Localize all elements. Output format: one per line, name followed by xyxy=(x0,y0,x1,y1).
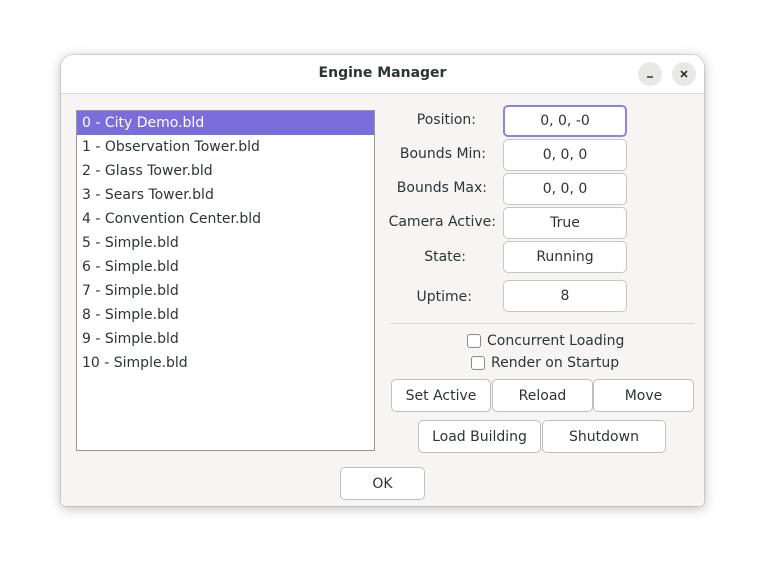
camera-active-input[interactable] xyxy=(503,207,627,239)
render-on-startup-checkbox[interactable]: Render on Startup xyxy=(471,354,619,372)
list-item[interactable]: 10 - Simple.bld xyxy=(77,351,374,375)
minimize-icon xyxy=(647,76,653,78)
list-item[interactable]: 3 - Sears Tower.bld xyxy=(77,183,374,207)
list-item[interactable]: 7 - Simple.bld xyxy=(77,279,374,303)
list-item[interactable]: 1 - Observation Tower.bld xyxy=(77,135,374,159)
state-input[interactable] xyxy=(503,241,627,273)
checkbox-box[interactable] xyxy=(467,334,481,348)
engine-manager-dialog: Engine Manager 0 - City Demo.bld 1 - Obs… xyxy=(61,55,704,506)
checkbox-box[interactable] xyxy=(471,356,485,370)
move-button[interactable]: Move xyxy=(593,379,694,412)
load-building-button[interactable]: Load Building xyxy=(418,420,541,453)
building-list[interactable]: 0 - City Demo.bld 1 - Observation Tower.… xyxy=(76,110,375,451)
list-item[interactable]: 8 - Simple.bld xyxy=(77,303,374,327)
separator xyxy=(390,323,694,324)
position-label: Position: xyxy=(416,112,476,128)
position-input[interactable] xyxy=(503,105,627,137)
list-item[interactable]: 5 - Simple.bld xyxy=(77,231,374,255)
reload-button[interactable]: Reload xyxy=(492,379,593,412)
shutdown-button[interactable]: Shutdown xyxy=(542,420,666,453)
close-icon xyxy=(680,70,688,78)
render-on-startup-label: Render on Startup xyxy=(491,355,620,371)
concurrent-loading-checkbox[interactable]: Concurrent Loading xyxy=(467,332,624,350)
concurrent-loading-label: Concurrent Loading xyxy=(487,333,625,349)
list-item[interactable]: 4 - Convention Center.bld xyxy=(77,207,374,231)
uptime-label: Uptime: xyxy=(416,289,472,305)
list-item[interactable]: 0 - City Demo.bld xyxy=(77,111,374,135)
set-active-button[interactable]: Set Active xyxy=(391,379,491,412)
close-button[interactable] xyxy=(672,62,696,86)
minimize-button[interactable] xyxy=(638,62,662,86)
title-bar[interactable]: Engine Manager xyxy=(61,55,704,94)
uptime-input[interactable] xyxy=(503,280,627,312)
ok-button[interactable]: OK xyxy=(340,467,425,500)
window-title: Engine Manager xyxy=(318,65,447,81)
list-item[interactable]: 6 - Simple.bld xyxy=(77,255,374,279)
state-label: State: xyxy=(424,249,466,265)
bounds-max-label: Bounds Max: xyxy=(396,180,487,196)
camera-active-label: Camera Active: xyxy=(388,214,496,230)
list-item[interactable]: 9 - Simple.bld xyxy=(77,327,374,351)
bounds-min-label: Bounds Min: xyxy=(399,146,486,162)
bounds-max-input[interactable] xyxy=(503,173,627,205)
list-item[interactable]: 2 - Glass Tower.bld xyxy=(77,159,374,183)
bounds-min-input[interactable] xyxy=(503,139,627,171)
